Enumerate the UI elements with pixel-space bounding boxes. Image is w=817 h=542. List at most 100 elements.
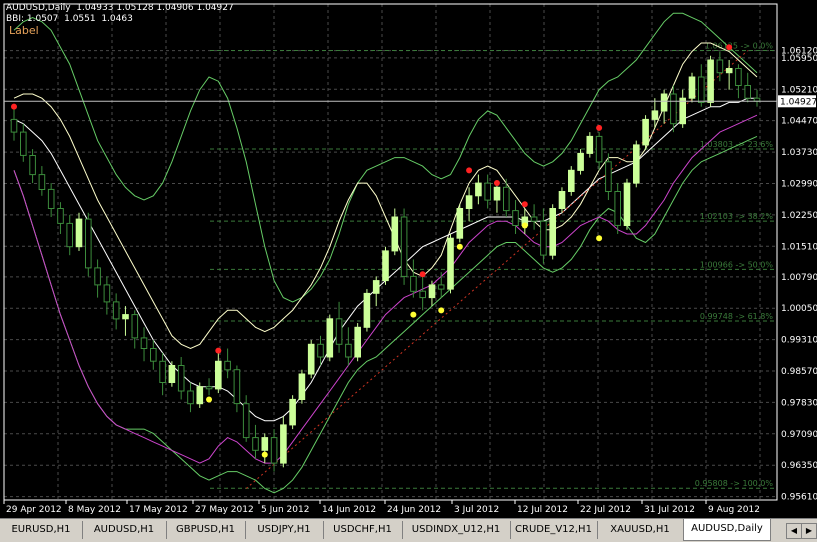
candle-body	[261, 437, 269, 451]
candle-body	[605, 161, 612, 193]
tab-audusd-h1[interactable]: AUDUSD,H1	[82, 521, 167, 539]
candle-body	[707, 59, 714, 103]
red-signal-dot	[493, 180, 500, 187]
candle-body	[85, 218, 92, 269]
candle-body	[224, 360, 231, 371]
fib-level-label: 1.02103 -> 38.2%	[700, 212, 774, 221]
red-signal-dot	[11, 103, 17, 110]
candle-body	[391, 216, 399, 252]
candle-body	[595, 135, 603, 163]
candle-body	[345, 343, 352, 358]
x-axis-tick-label: 14 Jun 2012	[322, 505, 376, 515]
symbol-info: AUDUSD,Daily 1.04933 1.05128 1.04906 1.0…	[6, 3, 234, 13]
candle-body	[614, 191, 622, 226]
candle-body	[140, 337, 148, 349]
tab-gbpusd-h1[interactable]: GBPUSD,H1	[166, 521, 246, 539]
tab-scroll-right-icon[interactable]: ▶	[801, 523, 817, 539]
candle-body	[382, 250, 389, 282]
candle-body	[437, 284, 445, 290]
candle-body	[66, 222, 74, 248]
y-axis-tick-label: 0.97090	[781, 430, 817, 440]
candle-body	[196, 386, 204, 405]
candle-body	[187, 390, 194, 405]
candle-body	[150, 348, 157, 362]
tab-eurusd-h1[interactable]: EURUSD,H1	[0, 521, 83, 539]
yellow-signal-dot	[438, 307, 445, 314]
tab-crude-v12-h1[interactable]: CRUDE_V12,H1	[510, 521, 598, 539]
y-axis-tick-label: 0.95610	[781, 493, 817, 503]
tab-usdindx-u12-h1[interactable]: USDINDX_U12,H1	[402, 521, 511, 539]
y-axis-tick-label: 1.03730	[781, 148, 817, 158]
fib-level-label: 1.03803 -> 23.6%	[700, 140, 774, 149]
plot-frame	[3, 3, 778, 501]
x-axis-tick-label: 24 Jun 2012	[387, 505, 441, 515]
tab-xauusd-h1[interactable]: XAUUSD,H1	[597, 521, 684, 539]
x-axis-tick-label: 31 Jul 2012	[644, 505, 695, 515]
candle-body	[410, 275, 417, 292]
candle-body	[252, 437, 259, 451]
candle-body	[419, 290, 426, 299]
candle-body	[688, 76, 696, 99]
price-chart[interactable]: 1.06125 -> 0.0% 1.03803 -> 23.6% 1.02103 -…	[0, 0, 817, 518]
x-axis-tick-label: 22 Jul 2012	[580, 505, 631, 515]
x-axis-tick-label: 17 May 2012	[129, 505, 188, 515]
tab-scroll-left-icon[interactable]: ◀	[786, 523, 802, 539]
candle-body	[568, 169, 575, 193]
x-axis-tick-label: 5 Jun 2012	[261, 505, 309, 515]
fib-level-label: 0.99748 -> 61.8%	[700, 312, 774, 321]
candle-body	[586, 135, 594, 154]
candle-body	[633, 144, 640, 184]
candle-body	[642, 118, 649, 146]
red-signal-dot	[419, 271, 426, 278]
red-signal-dot	[726, 44, 733, 51]
candle-body	[735, 68, 742, 86]
candle-body	[10, 118, 18, 133]
x-axis-tick-label: 9 Aug 2012	[708, 505, 760, 515]
y-axis-tick-label: 0.98570	[781, 367, 817, 377]
tab-audusd-daily[interactable]: AUDUSD,Daily	[683, 519, 771, 541]
tab-usdchf-h1[interactable]: USDCHF,H1	[323, 521, 403, 539]
candle-body	[475, 182, 482, 197]
y-axis-tick-label: 0.97830	[781, 398, 817, 408]
candle-body	[242, 403, 250, 439]
candle-body	[75, 218, 83, 248]
current-price-label: 1.04927	[780, 97, 817, 107]
candle-body	[38, 174, 46, 191]
candle-body	[456, 208, 464, 239]
chart-tab-bar: EURUSD,H1 AUDUSD,H1 GBPUSD,H1 USDJPY,H1 USDC…	[0, 518, 817, 542]
candle-body	[270, 437, 278, 464]
chart-area[interactable]: 1.06125 -> 0.0% 1.03803 -> 23.6% 1.02103 -…	[0, 0, 817, 518]
fib-level-label: 0.95808 -> 100.0%	[695, 479, 774, 488]
x-axis-tick-label: 29 Apr 2012	[6, 505, 62, 515]
candle-body	[131, 314, 139, 339]
candle-body	[512, 210, 519, 227]
red-signal-dot	[466, 167, 473, 174]
fib-level-label: 1.06125 -> 0.0%	[705, 41, 773, 50]
candle-body	[540, 220, 547, 256]
candle-body	[753, 97, 761, 102]
y-axis-tick-label: 1.02990	[781, 179, 817, 189]
y-axis-tick-label: 1.02250	[781, 211, 817, 221]
candle-body	[94, 267, 101, 286]
fib-level-label: 1.00966 -> 50.0%	[700, 260, 774, 269]
candle-body	[354, 326, 361, 358]
candle-body	[47, 188, 55, 209]
indicator-info: BBI: 1.0507 1.0551 1.0463	[6, 14, 133, 24]
candle-body	[679, 97, 687, 125]
x-axis-tick-label: 12 Jul 2012	[517, 505, 568, 515]
candle-body	[400, 216, 408, 277]
candle-body	[177, 365, 185, 392]
candle-body	[298, 373, 306, 400]
candle-body	[289, 398, 296, 426]
tab-usdjpy-h1[interactable]: USDJPY,H1	[245, 521, 324, 539]
y-axis-tick-label: 1.04470	[781, 117, 817, 127]
candle-body	[577, 152, 584, 171]
x-axis-tick-label: 8 May 2012	[68, 505, 121, 515]
candle-body	[660, 93, 668, 112]
red-signal-dot	[521, 201, 528, 208]
red-signal-dot	[215, 347, 222, 354]
yellow-signal-dot	[521, 222, 528, 229]
candle-body	[168, 365, 176, 383]
candle-body	[103, 284, 111, 303]
candle-body	[623, 182, 631, 227]
